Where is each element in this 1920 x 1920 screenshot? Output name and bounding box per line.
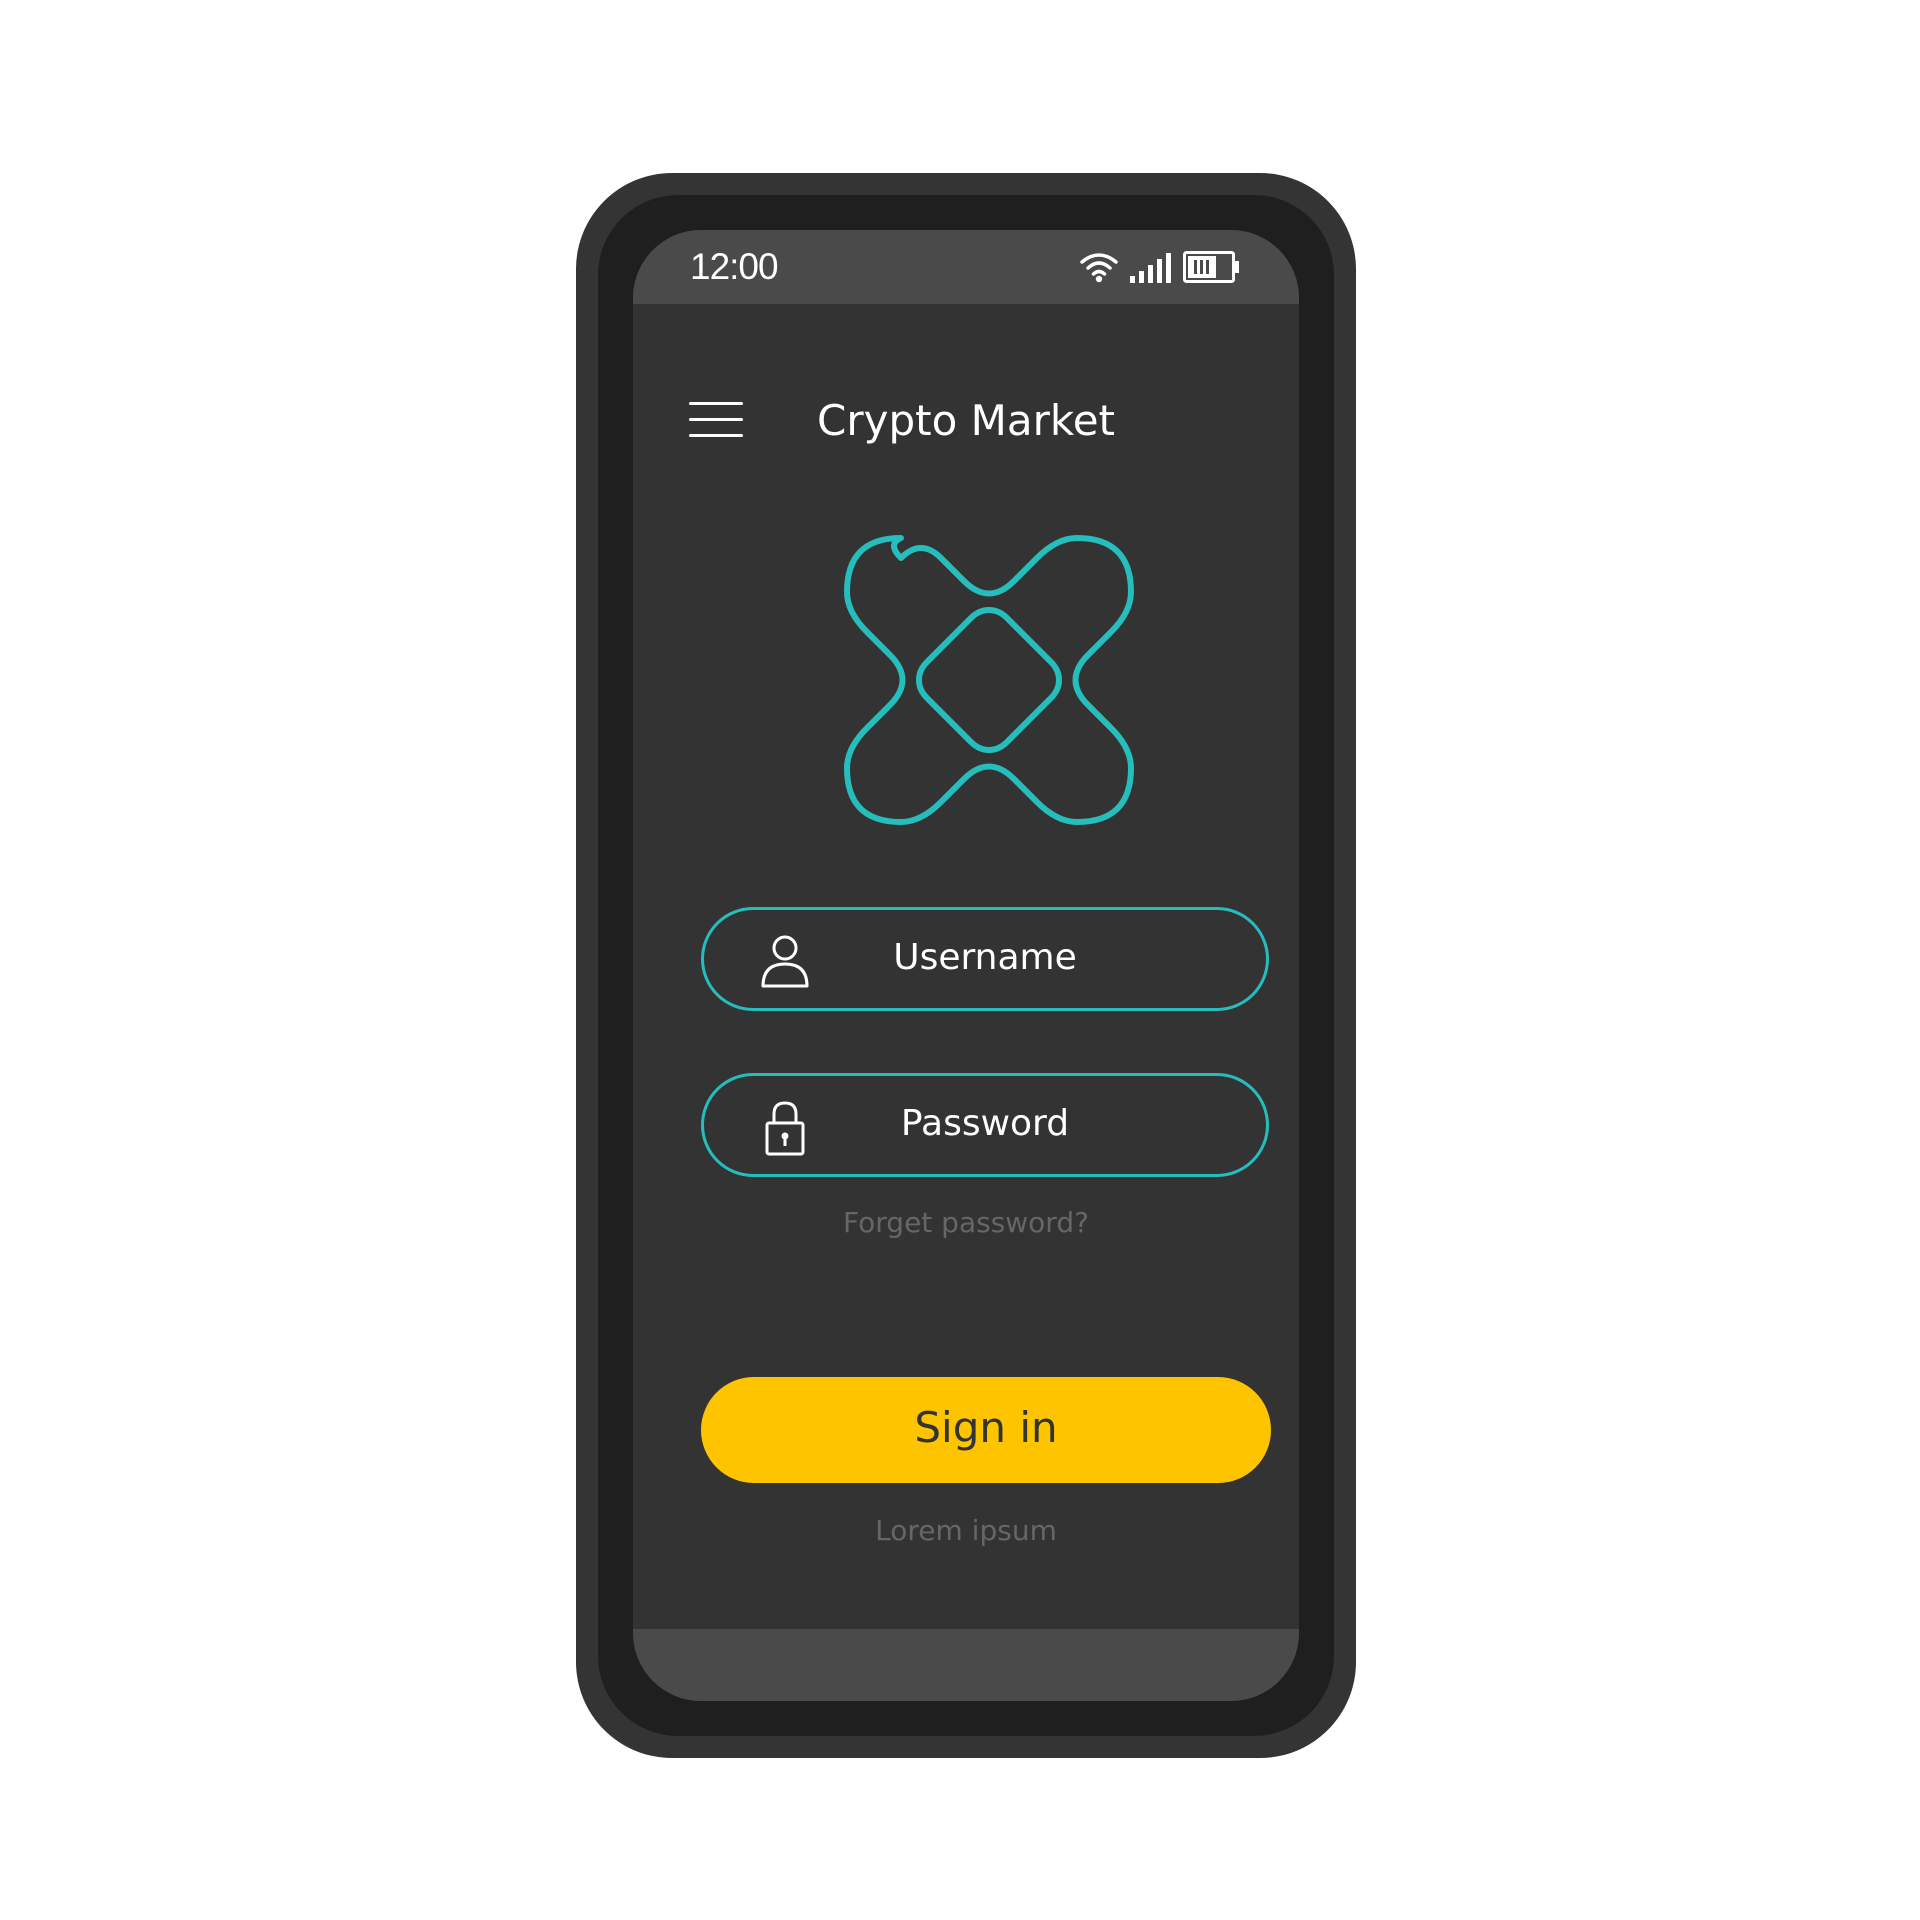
username-field[interactable]: Username (701, 907, 1269, 1011)
battery-icon (1183, 251, 1239, 283)
crypto-logo-icon (844, 535, 1134, 825)
phone-frame: 12:00 Crypto Market Username Password Fo… (576, 173, 1356, 1758)
bottom-bar (633, 1629, 1299, 1701)
sign-in-label: Sign in (914, 1403, 1058, 1452)
username-placeholder: Username (893, 937, 1077, 978)
status-bar: 12:00 (633, 230, 1299, 304)
status-icons (1079, 250, 1241, 284)
password-field[interactable]: Password (701, 1073, 1269, 1177)
app-title: Crypto Market (817, 396, 1115, 445)
footer-link[interactable]: Lorem ipsum (633, 1514, 1299, 1547)
status-time: 12:00 (690, 246, 779, 287)
phone-screen: 12:00 Crypto Market Username Password Fo… (633, 230, 1299, 1701)
wifi-icon (1080, 253, 1118, 283)
sign-in-button[interactable]: Sign in (701, 1377, 1271, 1483)
password-placeholder: Password (900, 1103, 1070, 1144)
phone-bezel: 12:00 Crypto Market Username Password Fo… (598, 195, 1334, 1736)
signal-icon (1130, 253, 1171, 283)
top-navigation: Crypto Market (633, 380, 1299, 460)
forgot-password-link[interactable]: Forget password? (633, 1206, 1299, 1239)
